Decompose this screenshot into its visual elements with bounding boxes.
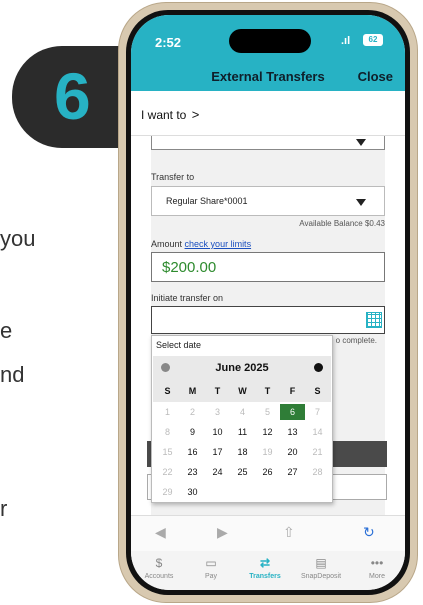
amount-value: $200.00 — [162, 259, 217, 276]
card-icon: ▭ — [205, 556, 217, 570]
i-want-to-menu[interactable]: I want to > — [141, 107, 199, 122]
calendar-day[interactable]: 23 — [180, 464, 205, 480]
tab-accounts[interactable]: $ Accounts — [133, 555, 185, 580]
nav-bar: External Transfers Close — [131, 61, 405, 91]
check-deposit-icon: ▤ — [315, 556, 327, 570]
calendar-day[interactable]: 16 — [180, 444, 205, 460]
weekday-label: W — [238, 386, 247, 396]
initiate-transfer-label: Initiate transfer on — [151, 293, 224, 303]
month-header: June 2025 — [153, 356, 331, 380]
transfer-date-input[interactable] — [151, 306, 385, 334]
dropdown-arrow-icon — [356, 139, 366, 146]
calendar-day[interactable]: 1 — [155, 404, 180, 420]
transfer-arrows-icon: ⇄ — [259, 556, 271, 570]
calendar-day[interactable]: 20 — [280, 444, 305, 460]
amount-label: Amount check your limits — [151, 239, 251, 249]
ellipsis-icon: ••• — [370, 556, 384, 570]
signal-icon: .ıl — [341, 35, 351, 47]
background-text: e — [0, 318, 13, 343]
tab-label: Pay — [204, 573, 218, 580]
calendar-day[interactable]: 9 — [180, 424, 205, 440]
calendar-day[interactable]: 5 — [255, 404, 280, 420]
next-month-icon[interactable] — [314, 363, 323, 372]
calendar-day[interactable]: 12 — [255, 424, 280, 440]
tab-label: Accounts — [144, 573, 174, 580]
calendar-day-selected[interactable]: 6 — [280, 404, 305, 420]
tab-transfers[interactable]: ⇄ Transfers — [239, 555, 291, 580]
tab-label: SnapDeposit — [300, 573, 342, 580]
transfer-to-label: Transfer to — [151, 172, 195, 182]
status-time: 2:52 — [155, 35, 182, 50]
available-balance: Available Balance $0.43 — [299, 219, 385, 228]
background-text: nd — [0, 362, 25, 387]
share-icon[interactable]: ⇧ — [283, 524, 295, 541]
browser-toolbar: ◀ ▶ ⇧ ↻ — [131, 515, 405, 551]
i-want-to-label: I want to — [141, 108, 187, 122]
calendar-day[interactable]: 18 — [230, 444, 255, 460]
date-picker-title: Select date — [156, 340, 202, 350]
transfer-from-select[interactable] — [151, 136, 385, 150]
transfer-to-select[interactable]: Regular Share*0001 — [151, 186, 385, 216]
background-text: r — [0, 496, 8, 521]
calendar-day[interactable]: 26 — [255, 464, 280, 480]
background-text: you — [0, 226, 36, 251]
complete-note: o complete. — [335, 336, 377, 345]
tab-label: More — [369, 573, 385, 580]
weekday-label: F — [289, 386, 296, 396]
check-limits-link[interactable]: check your limits — [185, 239, 252, 249]
chevron-right-icon: > — [191, 107, 200, 122]
reload-icon[interactable]: ↻ — [363, 524, 375, 541]
tab-label: Transfers — [249, 573, 281, 580]
calendar-day[interactable]: 11 — [230, 424, 255, 440]
forward-icon[interactable]: ▶ — [217, 524, 228, 541]
calendar-day[interactable]: 30 — [180, 484, 205, 500]
step-number: 6 — [54, 59, 91, 133]
calendar-day[interactable]: 15 — [155, 444, 180, 460]
calendar-day[interactable]: 7 — [305, 404, 330, 420]
weekday-label: S — [164, 386, 171, 396]
calendar-day[interactable]: 28 — [305, 464, 330, 480]
calendar-day[interactable]: 25 — [230, 464, 255, 480]
month-label: June 2025 — [215, 362, 269, 374]
close-button[interactable]: Close — [358, 69, 393, 84]
calendar-day[interactable]: 13 — [280, 424, 305, 440]
calendar-day[interactable]: 2 — [180, 404, 205, 420]
tab-snapdeposit[interactable]: ▤ SnapDeposit — [295, 555, 347, 580]
calendar-day[interactable]: 22 — [155, 464, 180, 480]
calendar-day[interactable]: 29 — [155, 484, 180, 500]
amount-input[interactable]: $200.00 — [151, 252, 385, 282]
phone-frame: 2:52 .ıl 62 External Transfers Close I w… — [118, 2, 418, 603]
weekday-label: T — [214, 386, 221, 396]
tab-more[interactable]: ••• More — [351, 555, 403, 580]
calendar-day[interactable]: 17 — [205, 444, 230, 460]
calendar-day[interactable]: 27 — [280, 464, 305, 480]
phone-screen: 2:52 .ıl 62 External Transfers Close I w… — [131, 15, 405, 590]
calendar-icon[interactable] — [366, 312, 382, 328]
calendar-day[interactable]: 3 — [205, 404, 230, 420]
calendar-day[interactable]: 4 — [230, 404, 255, 420]
amount-label-text: Amount — [151, 239, 183, 249]
calendar-day[interactable]: 24 — [205, 464, 230, 480]
dollar-coin-icon: $ — [155, 556, 163, 570]
status-bar: 2:52 .ıl 62 — [131, 15, 405, 61]
calendar-day[interactable]: 10 — [205, 424, 230, 440]
calendar-day[interactable]: 14 — [305, 424, 330, 440]
transfer-to-value: Regular Share*0001 — [166, 196, 248, 206]
phone-bezel: 2:52 .ıl 62 External Transfers Close I w… — [126, 10, 410, 595]
tab-bar: $ Accounts ▭ Pay ⇄ Transfers ▤ SnapDepos… — [131, 551, 405, 590]
weekday-label: M — [188, 386, 197, 396]
back-icon[interactable]: ◀ — [155, 524, 166, 541]
weekday-row: SMTWTFS — [153, 380, 331, 402]
calendar-day[interactable]: 8 — [155, 424, 180, 440]
weekday-label: T — [264, 386, 271, 396]
dropdown-arrow-icon — [356, 199, 366, 206]
dynamic-island — [229, 29, 311, 53]
weekday-label: S — [314, 386, 321, 396]
date-picker: Select date June 2025 SMTWTFS 1234567891… — [151, 335, 333, 503]
battery-icon: 62 — [363, 34, 383, 46]
tab-pay[interactable]: ▭ Pay — [185, 555, 237, 580]
calendar-day[interactable]: 19 — [255, 444, 280, 460]
calendar-day[interactable]: 21 — [305, 444, 330, 460]
